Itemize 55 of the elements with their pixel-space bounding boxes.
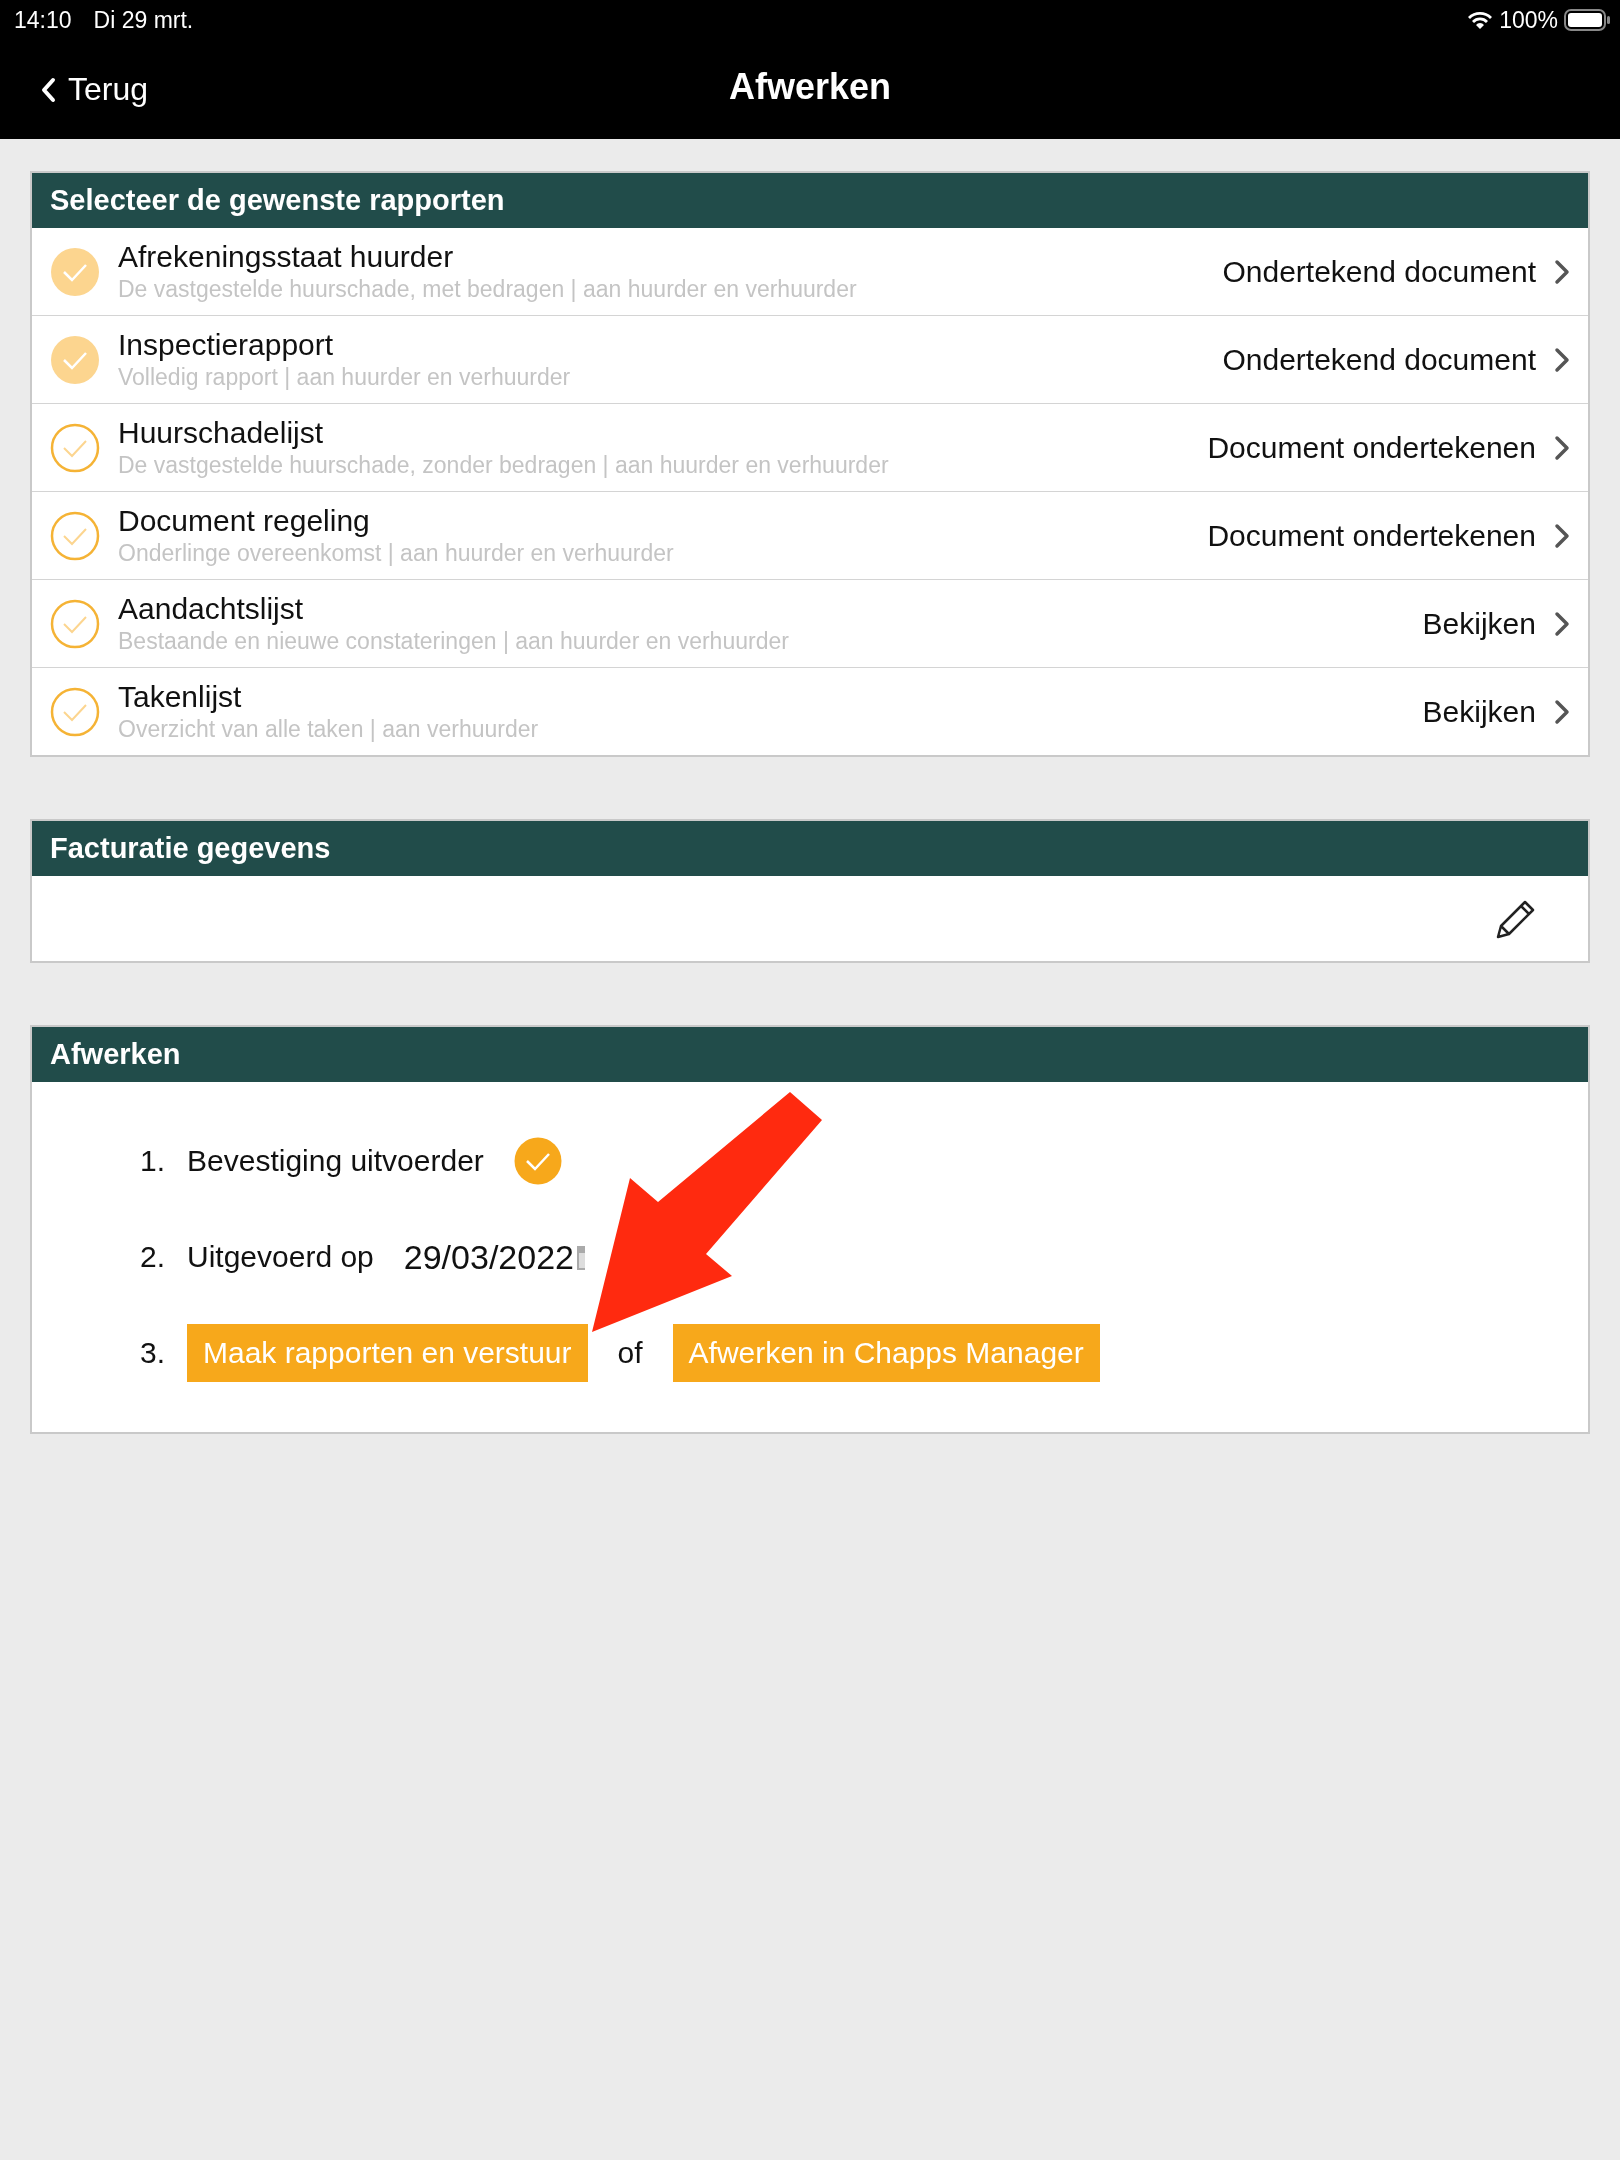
report-title: Aandachtslijst — [118, 592, 305, 626]
check-circle-icon[interactable] — [50, 510, 100, 561]
status-time: 14:10 — [14, 6, 72, 34]
step-number: 2. — [140, 1240, 167, 1274]
check-circle-icon[interactable] — [513, 1137, 562, 1185]
chevron-right-icon — [1554, 610, 1570, 637]
step-number: 3. — [140, 1336, 167, 1370]
wifi-icon — [1467, 10, 1494, 30]
report-description: Volledig rapport | aan huurder en verhuurder — [118, 364, 572, 391]
date-field[interactable]: 29/03/2022 — [403, 1237, 574, 1277]
report-row[interactable]: Huurschadelijst De vastgestelde huurschade, zonder bedragen | aan huurder en verhuurder Document ondertekenen — [32, 403, 1588, 491]
report-row[interactable]: Aandachtslijst Bestaande en nieuwe constateringen | aan huurder en verhuurder Bekijken — [32, 579, 1588, 667]
chevron-right-icon — [1554, 434, 1570, 461]
report-action: Bekijken — [1422, 606, 1536, 641]
report-row[interactable]: Document regeling Onderlinge overeenkomst | aan huurder en verhuurder Document ondertekenen — [32, 491, 1588, 579]
section-header: Afwerken — [32, 1027, 1588, 1082]
report-action: Document ondertekenen — [1207, 518, 1536, 553]
report-title: Huurschadelijst — [118, 416, 325, 450]
check-circle-icon[interactable] — [50, 598, 100, 649]
back-button[interactable]: Terug — [40, 71, 149, 108]
step-label: Bevestiging uitvoerder — [187, 1144, 484, 1178]
report-title: Inspectierapport — [118, 328, 335, 362]
report-row[interactable]: Afrekeningsstaat huurder De vastgestelde huurschade, met bedragen | aan huurder en verhuurder Ondertekend document — [32, 228, 1588, 315]
chevron-right-icon — [1554, 258, 1570, 285]
report-description: Bestaande en nieuwe constateringen | aan huurder en verhuurder — [118, 628, 790, 655]
report-description: Onderlinge overeenkomst | aan huurder en verhuurder — [118, 540, 675, 567]
report-description: De vastgestelde huurschade, zonder bedragen | aan huurder en verhuurder — [118, 452, 890, 479]
report-action: Ondertekend document — [1222, 342, 1536, 377]
report-title: Afrekeningsstaat huurder — [118, 240, 455, 274]
section-header: Facturatie gegevens — [32, 821, 1588, 876]
chevron-right-icon — [1554, 698, 1570, 725]
report-description: De vastgestelde huurschade, met bedragen | aan huurder en verhuurder — [118, 276, 858, 303]
report-title: Takenlijst — [118, 680, 243, 714]
step-number: 1. — [140, 1144, 167, 1178]
battery-percentage: 100% — [1499, 6, 1558, 34]
battery-icon — [1564, 9, 1610, 31]
chevron-right-icon — [1554, 346, 1570, 373]
report-action: Document ondertekenen — [1207, 430, 1536, 465]
step-label: Uitgevoerd op — [187, 1240, 374, 1274]
report-description: Overzicht van alle taken | aan verhuurder — [118, 716, 540, 743]
report-action: Ondertekend document — [1222, 254, 1536, 289]
or-label: of — [617, 1336, 643, 1370]
section-header: Selecteer de gewenste rapporten — [32, 173, 1588, 228]
check-circle-icon[interactable] — [50, 246, 100, 297]
report-title: Document regeling — [118, 504, 371, 538]
check-circle-icon[interactable] — [50, 334, 100, 385]
status-date: Di 29 mrt. — [93, 6, 194, 34]
report-row[interactable]: Takenlijst Overzicht van alle taken | aan verhuurder Bekijken — [32, 667, 1588, 755]
report-row[interactable]: Inspectierapport Volledig rapport | aan huurder en verhuurder Ondertekend document — [32, 315, 1588, 403]
chevron-left-icon — [40, 76, 56, 103]
report-action: Bekijken — [1422, 694, 1536, 729]
page-title: Afwerken — [728, 66, 892, 108]
check-circle-icon[interactable] — [50, 686, 100, 737]
check-circle-icon[interactable] — [50, 422, 100, 473]
chevron-right-icon — [1554, 522, 1570, 549]
